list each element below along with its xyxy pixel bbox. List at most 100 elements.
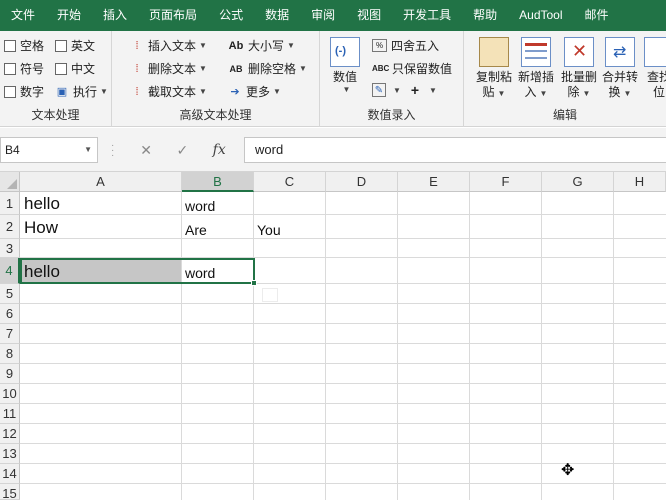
gridline bbox=[541, 192, 542, 500]
tab-file[interactable]: 文件 bbox=[0, 0, 46, 31]
checkbox-box bbox=[4, 62, 16, 75]
copy-paste-button[interactable]: 复制粘 贴 ▼ bbox=[476, 37, 512, 101]
chevron-down-icon: ▼ bbox=[497, 89, 506, 98]
row-header-2[interactable]: 2 bbox=[0, 215, 20, 239]
splitter-dots-icon[interactable]: · · · bbox=[111, 141, 114, 161]
add-insert-button[interactable]: 新增插 入 ▼ bbox=[518, 37, 554, 101]
row-header-8[interactable]: 8 bbox=[0, 344, 20, 364]
column-header-a[interactable]: A bbox=[20, 172, 182, 192]
cell-c2[interactable]: You bbox=[254, 222, 281, 238]
group-advanced-text: ⁞ 插入文本 ▼ Ab 大小写 ▼ ⁞ 删除文本 ▼ AB 删除空格 ▼ ⁞ 截取文本 ▼ ➔ 更多 ▼… bbox=[112, 31, 320, 127]
round-button[interactable]: % 四舍五入 bbox=[372, 37, 439, 54]
ribbon-tab-bar: 文件 开始 插入 页面布局 公式 数据 审阅 视图 开发工具 帮助 AudToo… bbox=[0, 0, 666, 31]
formula-input[interactable]: word bbox=[244, 137, 666, 163]
paste-options-icon[interactable] bbox=[262, 288, 278, 302]
more-button[interactable]: ➔ 更多 ▼ bbox=[228, 83, 281, 100]
case-button[interactable]: Ab 大小写 ▼ bbox=[228, 37, 295, 54]
formula-bar: B4 ▼ · · · ✕ ✓ fx word bbox=[0, 128, 666, 172]
fill-handle[interactable] bbox=[251, 280, 257, 286]
cell-b2[interactable]: Are bbox=[182, 222, 207, 238]
insert-text-button[interactable]: ⁞ 插入文本 ▼ bbox=[130, 37, 206, 54]
row-header-4[interactable]: 4 bbox=[0, 258, 20, 284]
tab-mail[interactable]: 邮件 bbox=[574, 0, 620, 31]
row-header-12[interactable]: 12 bbox=[0, 424, 20, 444]
checkbox-symbol[interactable]: 符号 bbox=[4, 60, 44, 77]
insert-function-icon[interactable]: fx bbox=[213, 142, 226, 158]
checkbox-space[interactable]: 空格 bbox=[4, 37, 44, 54]
find-locate-button[interactable]: 查找 位 bbox=[644, 37, 666, 100]
checkbox-english[interactable]: 英文 bbox=[55, 37, 95, 54]
row-header-1[interactable]: 1 bbox=[0, 192, 20, 215]
abc-icon: ABC bbox=[372, 63, 390, 73]
plus-dropdown-button[interactable]: + ▼ bbox=[408, 83, 437, 97]
name-box[interactable]: B4 ▼ bbox=[0, 137, 98, 163]
row-header-3[interactable]: 3 bbox=[0, 239, 20, 258]
row-header-10[interactable]: 10 bbox=[0, 384, 20, 404]
button-label: 插入文本 bbox=[148, 39, 197, 53]
enter-icon[interactable]: ✓ bbox=[176, 142, 188, 159]
tab-developer[interactable]: 开发工具 bbox=[392, 0, 462, 31]
gridline bbox=[20, 303, 666, 304]
cell-b1[interactable]: word bbox=[182, 198, 215, 214]
column-header-c[interactable]: C bbox=[254, 172, 326, 192]
chevron-down-icon: ▼ bbox=[273, 87, 281, 96]
row-header-9[interactable]: 9 bbox=[0, 364, 20, 384]
row-header-11[interactable]: 11 bbox=[0, 404, 20, 424]
delete-space-icon: AB bbox=[229, 63, 243, 74]
row-header-13[interactable]: 13 bbox=[0, 444, 20, 464]
tab-home[interactable]: 开始 bbox=[46, 0, 92, 31]
group-text-process: 空格 英文 符号 中文 数字 ▣ 执行 ▼ 文本处理 bbox=[0, 31, 112, 127]
tab-page-layout[interactable]: 页面布局 bbox=[138, 0, 208, 31]
extract-text-button[interactable]: ⁞ 截取文本 ▼ bbox=[130, 83, 207, 100]
execute-button[interactable]: ▣ 执行 ▼ bbox=[55, 83, 108, 100]
checkbox-box bbox=[4, 85, 16, 98]
edit-dropdown-button[interactable]: ✎ ▼ bbox=[372, 83, 401, 97]
checkbox-box bbox=[55, 62, 67, 75]
cell-a1[interactable]: hello bbox=[21, 194, 60, 214]
row-header-14[interactable]: 14 bbox=[0, 464, 20, 484]
chevron-down-icon: ▼ bbox=[623, 89, 632, 98]
select-all-button[interactable] bbox=[0, 172, 20, 192]
tab-help[interactable]: 帮助 bbox=[462, 0, 508, 31]
chevron-down-icon[interactable]: ▼ bbox=[84, 138, 92, 162]
chevron-down-icon: ▼ bbox=[199, 87, 207, 96]
checkbox-chinese[interactable]: 中文 bbox=[55, 60, 95, 77]
chevron-down-icon: ▼ bbox=[299, 64, 307, 73]
delete-text-button[interactable]: ⁞ 删除文本 ▼ bbox=[130, 60, 206, 77]
batch-delete-button[interactable]: ✕ 批量删 除 ▼ bbox=[561, 37, 597, 101]
column-header-g[interactable]: G bbox=[542, 172, 614, 192]
tab-insert[interactable]: 插入 bbox=[92, 0, 138, 31]
cancel-icon[interactable]: ✕ bbox=[140, 142, 152, 159]
delete-space-button[interactable]: AB 删除空格 ▼ bbox=[228, 60, 307, 77]
column-header-f[interactable]: F bbox=[470, 172, 542, 192]
clipboard-icon bbox=[479, 37, 509, 67]
merge-convert-button[interactable]: ⇄ 合并转 换 ▼ bbox=[602, 37, 638, 101]
find-icon bbox=[644, 37, 666, 67]
name-box-value: B4 bbox=[5, 143, 20, 157]
button-label-text: 入 bbox=[524, 85, 537, 99]
tab-view[interactable]: 视图 bbox=[346, 0, 392, 31]
tab-review[interactable]: 审阅 bbox=[300, 0, 346, 31]
tab-audtool[interactable]: AudTool bbox=[508, 0, 573, 31]
column-header-b[interactable]: B bbox=[182, 172, 254, 192]
case-icon: Ab bbox=[228, 39, 244, 52]
row-header-5[interactable]: 5 bbox=[0, 284, 20, 304]
tab-formulas[interactable]: 公式 bbox=[208, 0, 254, 31]
checkbox-number[interactable]: 数字 bbox=[4, 83, 44, 100]
column-header-h[interactable]: H bbox=[614, 172, 666, 192]
row-header-7[interactable]: 7 bbox=[0, 324, 20, 344]
chevron-down-icon: ▼ bbox=[100, 87, 108, 96]
column-header-e[interactable]: E bbox=[398, 172, 470, 192]
gridline bbox=[469, 192, 470, 500]
numeric-button[interactable]: (-) 数值 ▼ bbox=[330, 37, 360, 94]
cell-a2[interactable]: How bbox=[21, 218, 58, 238]
column-header-d[interactable]: D bbox=[326, 172, 398, 192]
row-header-15[interactable]: 15 bbox=[0, 484, 20, 500]
checkbox-label: 中文 bbox=[71, 62, 96, 76]
tab-data[interactable]: 数据 bbox=[254, 0, 300, 31]
keep-values-button[interactable]: ABC 只保留数值 bbox=[372, 60, 452, 77]
gridline bbox=[20, 238, 666, 239]
insert-text-icon: ⁞ bbox=[135, 39, 139, 52]
row-header-6[interactable]: 6 bbox=[0, 304, 20, 324]
chevron-down-icon: ▼ bbox=[342, 85, 351, 94]
